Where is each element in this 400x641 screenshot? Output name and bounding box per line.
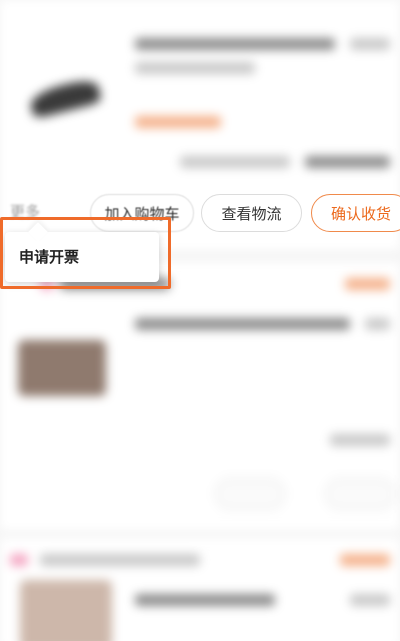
order-card-2 bbox=[0, 262, 400, 530]
order-total-line bbox=[305, 156, 390, 168]
product-price-line bbox=[350, 38, 390, 50]
highlight-box bbox=[0, 217, 171, 289]
order-list-screen: 更多 加入购物车 查看物流 确认收货 申请开票 bbox=[0, 0, 400, 641]
product-title-line bbox=[135, 318, 350, 330]
shop-icon-line bbox=[10, 554, 28, 566]
order-status-line bbox=[340, 554, 390, 566]
blurred-background bbox=[0, 0, 400, 641]
order-status-line bbox=[345, 278, 390, 290]
product-title-line bbox=[135, 594, 275, 606]
product-tag-line bbox=[135, 116, 221, 128]
product-thumbnail bbox=[18, 340, 106, 396]
view-logistics-button[interactable]: 查看物流 bbox=[201, 194, 302, 232]
ghost-action-button bbox=[325, 478, 395, 510]
product-price-line bbox=[365, 318, 390, 330]
product-title-line bbox=[135, 38, 335, 50]
confirm-receipt-button[interactable]: 确认收货 bbox=[311, 194, 400, 232]
ghost-action-button bbox=[215, 478, 285, 510]
product-price-line bbox=[350, 594, 390, 606]
shop-name-line bbox=[40, 554, 200, 566]
product-thumbnail bbox=[20, 580, 112, 641]
product-spec-line bbox=[135, 62, 255, 74]
product-thumbnail-shoe bbox=[22, 40, 112, 130]
order-total-line bbox=[330, 434, 390, 446]
order-summary-line bbox=[180, 156, 290, 168]
